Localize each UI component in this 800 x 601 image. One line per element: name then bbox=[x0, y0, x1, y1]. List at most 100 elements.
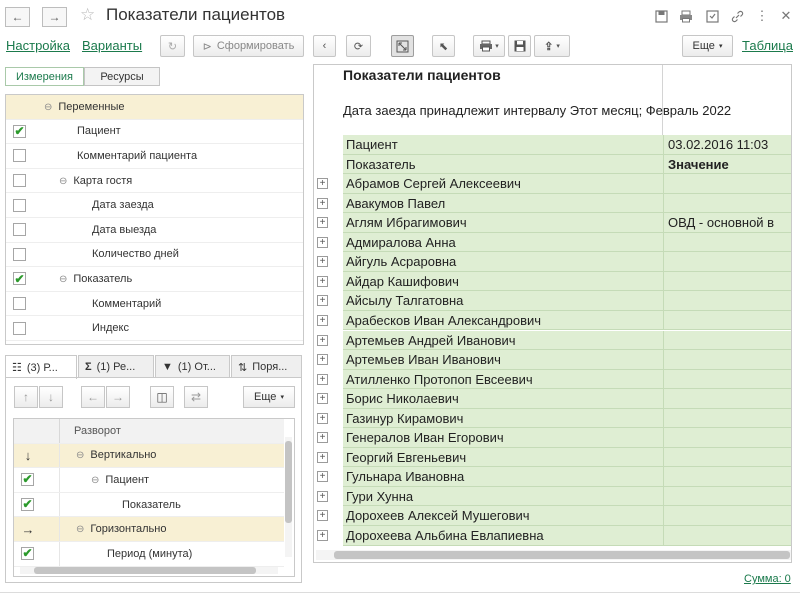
expand-icon[interactable]: + bbox=[317, 178, 328, 190]
expand-icon[interactable]: + bbox=[317, 530, 328, 541]
report-row[interactable]: + Борис Николаевич bbox=[314, 389, 791, 409]
field-checkbox[interactable] bbox=[13, 174, 26, 188]
save-icon[interactable] bbox=[652, 7, 670, 25]
field-checkbox[interactable]: ✔ bbox=[13, 272, 26, 286]
expand-icon[interactable]: + bbox=[317, 197, 328, 209]
refresh-button[interactable]: ↻ bbox=[160, 35, 185, 57]
report-row[interactable]: + Георгий Евгеньевич bbox=[314, 447, 791, 468]
sum-link[interactable]: Сумма: 0 bbox=[744, 573, 791, 585]
field-tree-row[interactable]: ✔ ⊖ Показатель bbox=[6, 267, 303, 292]
report-row[interactable]: + Генералов Иван Егорович bbox=[314, 428, 791, 448]
more-icon[interactable]: ⋮ bbox=[753, 7, 771, 25]
expand-icon[interactable]: + bbox=[317, 334, 328, 346]
expand-icon[interactable]: + bbox=[317, 471, 328, 483]
collapse-icon[interactable]: ⊖ bbox=[91, 475, 99, 486]
field-checkbox[interactable] bbox=[13, 149, 26, 163]
report-row[interactable]: + Гульнара Ивановна bbox=[314, 467, 791, 487]
star-icon[interactable]: ☆ bbox=[80, 5, 95, 25]
structure-tree-row[interactable]: ✔ Показатель bbox=[14, 492, 284, 518]
move-up-button[interactable]: ↑ bbox=[14, 386, 38, 408]
compare-icon[interactable] bbox=[703, 7, 721, 25]
export-menu-button[interactable]: ⇪ ▾ bbox=[534, 35, 570, 57]
tab-structure[interactable]: ☷ (3) Р... bbox=[5, 355, 77, 379]
field-checkbox[interactable]: ✔ bbox=[13, 124, 26, 138]
expand-icon[interactable]: + bbox=[317, 217, 328, 229]
report-row[interactable]: + Айдар Кашифович bbox=[314, 271, 791, 292]
report-row[interactable]: + Газинур Кирамович bbox=[314, 408, 791, 429]
report-row[interactable]: + Авакумов Павел bbox=[314, 193, 791, 214]
report-spreadsheet[interactable]: Показатели пациентов Дата заезда принадл… bbox=[313, 64, 792, 563]
expand-icon[interactable]: + bbox=[317, 451, 328, 463]
tab-resources[interactable]: Ресурсы bbox=[84, 67, 160, 86]
save-report-button[interactable] bbox=[508, 35, 531, 57]
sync-button[interactable]: ⟳ bbox=[346, 35, 371, 57]
report-row[interactable]: + Айгуль Асраровна bbox=[314, 252, 791, 272]
structure-checkbox[interactable]: ✔ bbox=[21, 547, 34, 561]
collapse-icon[interactable]: ⊖ bbox=[59, 274, 67, 285]
expand-icon[interactable]: + bbox=[317, 256, 328, 268]
report-header-row[interactable]: Показатель Значение bbox=[314, 154, 791, 175]
field-tree-row[interactable]: Комментарий пациента bbox=[6, 144, 303, 169]
horizontal-scrollbar-thumb[interactable] bbox=[34, 567, 256, 574]
field-checkbox[interactable] bbox=[13, 223, 26, 237]
structure-tree-row[interactable]: ✔ Период (минута) bbox=[14, 542, 284, 567]
vertical-scrollbar-thumb[interactable] bbox=[285, 441, 292, 523]
table-link[interactable]: Таблица bbox=[742, 38, 793, 53]
field-tree-row[interactable]: Дата заезда bbox=[6, 193, 303, 218]
report-row[interactable]: + Арабесков Иван Александрович bbox=[314, 310, 791, 331]
structure-checkbox[interactable]: ✔ bbox=[21, 498, 34, 512]
collapse-icon[interactable]: ⊖ bbox=[44, 102, 52, 113]
collapse-icon[interactable]: ⊖ bbox=[76, 524, 84, 535]
expand-icon[interactable]: + bbox=[317, 275, 328, 287]
field-checkbox[interactable] bbox=[13, 297, 26, 311]
field-checkbox[interactable] bbox=[13, 247, 26, 261]
forward-button[interactable]: → bbox=[42, 7, 67, 27]
field-tree-row[interactable]: ✔ Пациент bbox=[6, 120, 303, 145]
report-row[interactable]: + Айсылу Талгатовна bbox=[314, 291, 791, 311]
more-menu-button[interactable]: Еще ▾ bbox=[682, 35, 733, 57]
field-checkbox[interactable] bbox=[13, 321, 26, 335]
report-row[interactable]: + Атилленко Протопоп Евсеевич bbox=[314, 369, 791, 390]
field-tree-row[interactable]: Дата выезда bbox=[6, 218, 303, 243]
vertical-scrollbar[interactable] bbox=[285, 437, 292, 557]
field-tree-row[interactable]: Количество дней bbox=[6, 243, 303, 268]
swap-button[interactable]: ⇄ bbox=[184, 386, 208, 408]
print-icon[interactable] bbox=[677, 7, 695, 25]
link-icon[interactable] bbox=[728, 7, 746, 25]
structure-tree-row[interactable]: → ⊖ Горизонтально bbox=[14, 517, 284, 542]
expand-icon[interactable]: + bbox=[317, 412, 328, 424]
collapse-icon[interactable]: ⊖ bbox=[59, 176, 67, 187]
field-tree-row[interactable]: ⊖ Переменные bbox=[6, 95, 303, 120]
report-header-row[interactable]: Пациент 03.02.2016 11:03 bbox=[314, 135, 791, 155]
structure-tree-row[interactable]: ✔ ⊖ Пациент bbox=[14, 468, 284, 493]
report-row[interactable]: + Дорохеев Алексей Мушегович bbox=[314, 506, 791, 526]
report-scrollbar[interactable] bbox=[316, 550, 791, 560]
report-row[interactable]: + Аглям Ибрагимович ОВД - основной в bbox=[314, 213, 791, 233]
field-tree-row[interactable]: ⊖ Карта гостя bbox=[6, 169, 303, 194]
structure-checkbox[interactable]: ✔ bbox=[21, 473, 34, 487]
structure-tree-row[interactable]: ↓ ⊖ Вертикально bbox=[14, 443, 284, 469]
expand-icon[interactable]: + bbox=[317, 432, 328, 444]
horizontal-scrollbar[interactable] bbox=[20, 567, 278, 574]
report-row[interactable]: + Артемьев Андрей Иванович bbox=[314, 330, 791, 351]
move-left-button[interactable]: ← bbox=[81, 386, 105, 408]
tab-dimensions[interactable]: Измерения bbox=[5, 67, 84, 86]
group-button[interactable]: ◫ bbox=[150, 386, 174, 408]
expand-icon[interactable]: + bbox=[317, 295, 328, 307]
collapse-icon[interactable]: ⊖ bbox=[76, 450, 84, 461]
generate-button[interactable]: ⊳ Сформировать bbox=[193, 35, 304, 57]
expand-icon[interactable]: + bbox=[317, 314, 328, 326]
report-row[interactable]: + Дорохеева Альбина Евлапиевна bbox=[314, 526, 791, 546]
lower-more-button[interactable]: Еще ▾ bbox=[243, 386, 295, 408]
settings-link[interactable]: Настройка bbox=[6, 38, 70, 53]
print-menu-button[interactable]: ▾ bbox=[473, 35, 505, 57]
field-checkbox[interactable] bbox=[13, 198, 26, 212]
expand-icon[interactable]: + bbox=[317, 510, 328, 522]
expand-icon[interactable]: + bbox=[317, 393, 328, 405]
move-right-button[interactable]: → bbox=[106, 386, 130, 408]
expand-icon[interactable]: + bbox=[317, 354, 328, 366]
report-row[interactable]: + Гури Хунна bbox=[314, 486, 791, 507]
move-down-button[interactable]: ↓ bbox=[39, 386, 63, 408]
variants-link[interactable]: Варианты bbox=[82, 38, 142, 53]
close-icon[interactable]: ✕ bbox=[777, 7, 795, 25]
